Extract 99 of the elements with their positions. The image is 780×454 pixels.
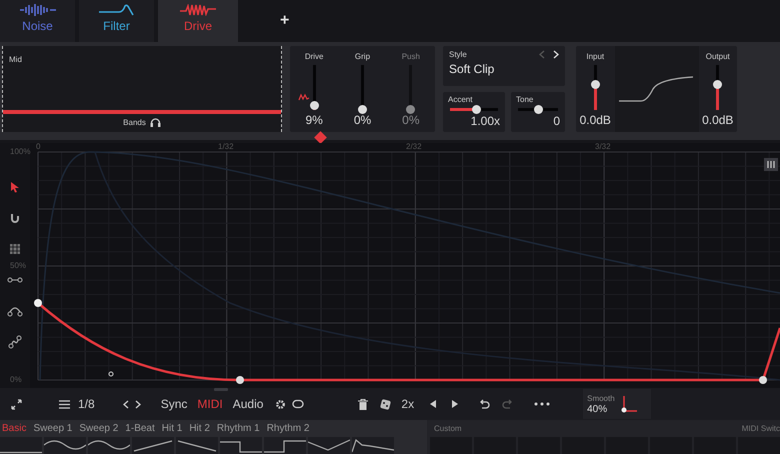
- curve-point[interactable]: [34, 299, 42, 307]
- dice-icon: [380, 398, 392, 410]
- slider-thumb[interactable]: [590, 80, 600, 90]
- grid-icon: [9, 243, 21, 255]
- preset-thumbnail[interactable]: [176, 437, 218, 454]
- curve-point[interactable]: [759, 376, 767, 384]
- headphones-icon: [150, 117, 161, 127]
- module-tab[interactable]: Filter: [79, 0, 154, 42]
- smooth-value: 40%: [587, 404, 608, 414]
- distortion-wave-icon: [298, 93, 310, 101]
- preset-thumbnail[interactable]: [308, 437, 350, 454]
- axis-label: 100%: [10, 147, 30, 156]
- resize-grip[interactable]: [214, 388, 228, 391]
- mode-tab[interactable]: Audio: [230, 395, 266, 413]
- speed-button[interactable]: 2x: [398, 395, 418, 413]
- slider-value: 9%: [305, 113, 323, 127]
- distortion-wave-icon: [178, 4, 218, 16]
- preset-tab[interactable]: Hit 1: [162, 423, 182, 434]
- loop-icon: [292, 399, 304, 409]
- band-label: Mid: [9, 55, 23, 64]
- axis-label: 0%: [10, 375, 22, 384]
- redo-icon: [502, 399, 514, 409]
- preset-tab[interactable]: 1-Beat: [125, 423, 155, 434]
- smooth-knob-icon: [618, 394, 639, 414]
- slider-thumb[interactable]: [472, 105, 482, 114]
- waveform-shape-icon: [352, 437, 394, 454]
- slider-label: Drive: [304, 52, 324, 61]
- noise-wave-icon: [18, 4, 58, 16]
- filter-curve-icon: [96, 4, 136, 16]
- undo-icon: [478, 399, 490, 409]
- preset-thumbnail[interactable]: [352, 437, 394, 454]
- triangle-left-icon: [430, 400, 436, 408]
- section-label: Custom: [434, 424, 462, 433]
- columns-button[interactable]: [764, 158, 778, 171]
- s-curve-icon: [8, 335, 22, 349]
- slider-value: 0%: [354, 113, 372, 127]
- section-label: MIDI Switc: [742, 424, 780, 433]
- slider-thumb[interactable]: [713, 80, 722, 90]
- preset-tab[interactable]: Basic: [2, 423, 26, 434]
- slider-value: 1.00x: [470, 114, 500, 128]
- module-tab[interactable]: Drive: [158, 0, 238, 42]
- slider-value: 0.0dB: [580, 113, 611, 127]
- slider-label: Grip: [354, 52, 370, 61]
- preset-thumbnail[interactable]: [132, 437, 174, 454]
- curve-point[interactable]: [236, 376, 244, 384]
- preset-tab[interactable]: Rhythm 1: [216, 423, 260, 434]
- chevron-left-icon: [122, 400, 129, 408]
- waveform-shape-icon: [0, 451, 42, 454]
- bands-label: Bands: [123, 118, 146, 126]
- mode-tab[interactable]: MIDI: [194, 395, 226, 413]
- axis-label: 2/32: [406, 142, 422, 151]
- style-value[interactable]: Soft Clip: [449, 62, 559, 76]
- slider-label: Tone: [516, 95, 534, 104]
- mode-tab[interactable]: Sync: [158, 395, 190, 413]
- slider-value: 0.0dB: [702, 113, 734, 127]
- straight-line-icon: [7, 276, 23, 284]
- slider-label: Output: [706, 52, 730, 61]
- chevron-left-icon: [539, 50, 545, 59]
- preset-thumbnail[interactable]: [44, 437, 86, 454]
- preset-thumbnail[interactable]: [88, 437, 130, 454]
- trash-icon: [358, 398, 368, 410]
- pointer-icon: [10, 181, 20, 193]
- next-button[interactable]: [553, 50, 559, 59]
- add-tab-button[interactable]: +: [276, 0, 294, 42]
- slider-thumb[interactable]: [310, 100, 319, 110]
- preset-thumbnail[interactable]: [220, 437, 262, 454]
- preset-tab[interactable]: Sweep 2: [79, 423, 118, 434]
- axis-label: 50%: [10, 261, 26, 270]
- preset-tab[interactable]: Rhythm 2: [266, 423, 310, 434]
- preset-thumbnail[interactable]: [264, 437, 306, 454]
- axis-label: 0: [36, 142, 40, 151]
- preset-tab[interactable]: Hit 2: [189, 423, 210, 434]
- axis-label: 3/32: [595, 142, 611, 151]
- preset-tab[interactable]: Sweep 1: [33, 423, 72, 434]
- slider-thumb[interactable]: [358, 105, 367, 114]
- preset-thumbnail[interactable]: [0, 437, 42, 454]
- settings-icon: [275, 398, 286, 410]
- slider-value: 0%: [402, 113, 420, 127]
- more-icon: [534, 402, 550, 406]
- smooth-label: Smooth: [587, 394, 615, 402]
- menu-icon: [59, 400, 70, 408]
- columns-icon: [767, 161, 775, 168]
- expand-icon: [11, 398, 22, 410]
- style-label: Style: [449, 50, 467, 59]
- envelope-curve[interactable]: [37, 302, 780, 382]
- arc-curve-icon: [7, 305, 23, 317]
- slider-thumb[interactable]: [534, 105, 543, 114]
- play-icon: [452, 400, 458, 408]
- slider-value: 0: [553, 114, 560, 128]
- chevron-right-icon: [134, 400, 141, 408]
- grid-size-button[interactable]: 1/8: [56, 395, 98, 413]
- slider-label: Input: [586, 52, 604, 61]
- curve-handle[interactable]: [108, 372, 114, 376]
- module-tab[interactable]: Noise: [0, 0, 75, 42]
- magnet-icon: [9, 212, 21, 224]
- slider-label: Push: [402, 52, 420, 61]
- axis-label: 1/32: [218, 142, 234, 151]
- slider-label: Accent: [448, 95, 474, 104]
- chevron-right-icon: [553, 50, 559, 59]
